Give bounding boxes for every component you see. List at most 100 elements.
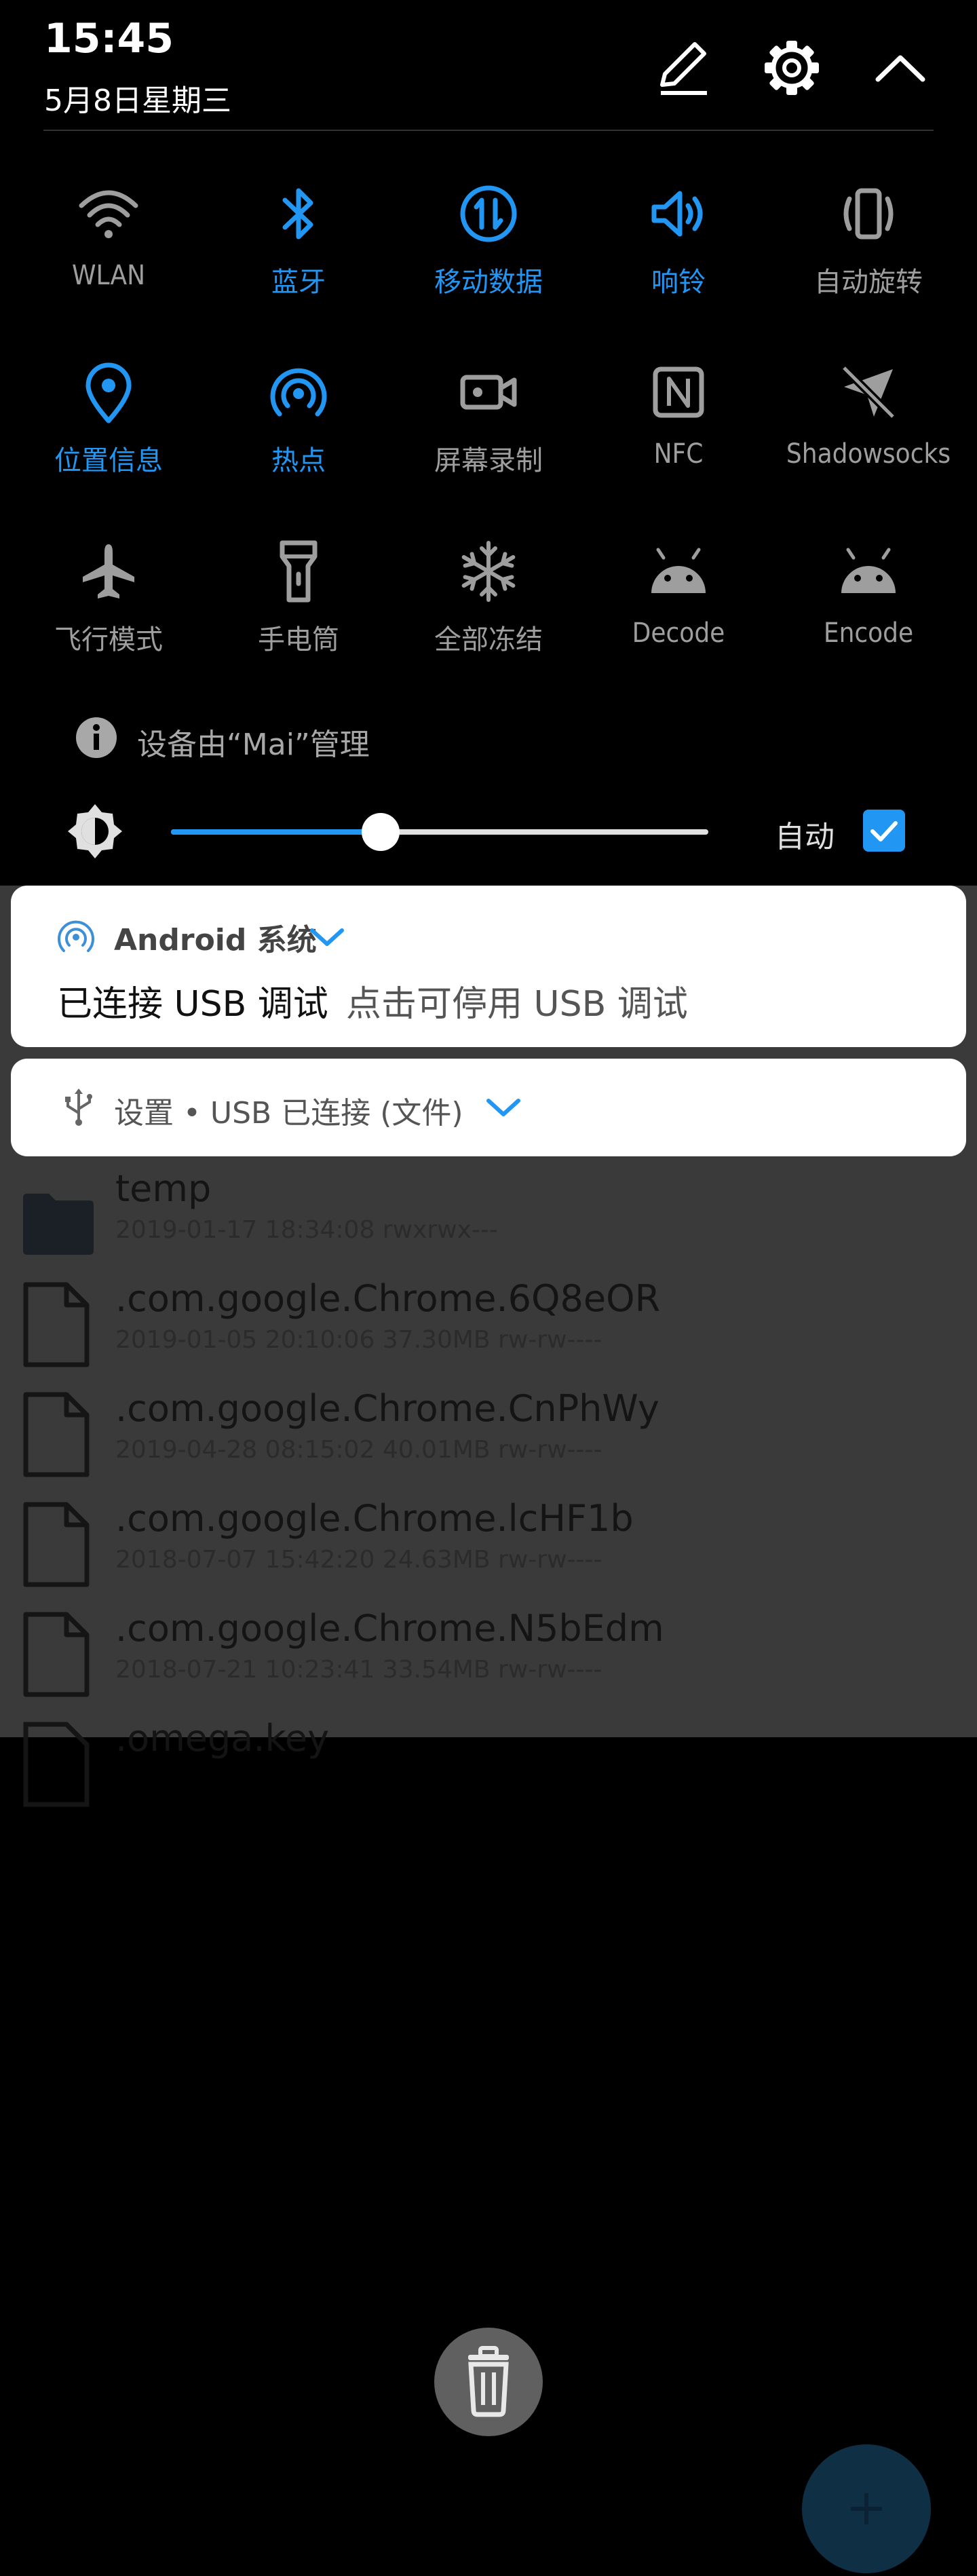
chevron-up-icon — [875, 55, 925, 82]
list-item[interactable]: .com.google.Chrome.CnPhWy 2019-04-28 08:… — [0, 1374, 977, 1483]
usb-icon — [65, 1088, 92, 1126]
chevron-down-icon[interactable] — [308, 924, 346, 951]
auto-brightness-label: 自动 — [775, 820, 835, 854]
slider-fill — [171, 829, 381, 835]
list-item[interactable]: temp 2019-01-17 18:34:08 rwxrwx--- — [0, 1154, 977, 1264]
check-icon — [870, 821, 898, 841]
tile-label: 手电筒 — [258, 624, 339, 656]
tile-nfc[interactable]: NFC — [583, 358, 773, 514]
file-icon — [23, 1502, 90, 1587]
airplane-icon — [83, 544, 134, 599]
slider-thumb[interactable] — [361, 813, 400, 851]
file-meta: 2019-01-05 20:10:06 37.30MB rw-rw---- — [115, 1326, 602, 1354]
file-meta: 2018-07-21 10:23:41 33.54MB rw-rw---- — [115, 1656, 602, 1684]
tile-label: 位置信息 — [54, 445, 163, 476]
tile-airplane-mode[interactable]: 飞行模式 — [14, 537, 204, 694]
list-item[interactable]: .omega.key — [0, 1703, 977, 1813]
rotate-icon — [843, 188, 894, 240]
android-system-icon — [58, 920, 94, 952]
tile-label: 响铃 — [651, 267, 706, 298]
tile-label: 蓝牙 — [271, 267, 326, 298]
auto-brightness-checkbox[interactable] — [863, 810, 905, 852]
tile-label: 飞行模式 — [54, 624, 163, 656]
delete-button[interactable] — [434, 2328, 543, 2436]
usb-debug-notification[interactable]: Android 系统 已连接 USB 调试 点击可停用 USB 调试 — [11, 886, 966, 1047]
tile-encode[interactable]: Encode — [773, 537, 963, 694]
tile-shadowsocks[interactable]: Shadowsocks — [773, 358, 963, 514]
brightness-slider[interactable] — [171, 813, 708, 851]
list-item[interactable]: .com.google.Chrome.6Q8eOR 2019-01-05 20:… — [0, 1264, 977, 1374]
file-name: .com.google.Chrome.N5bEdm — [115, 1607, 664, 1650]
notification-body: 点击可停用 USB 调试 — [346, 984, 688, 1025]
wifi-icon — [79, 190, 138, 238]
quick-settings-panel: 15:45 5月8日星期三 WLAN 蓝牙 移动数据 响铃 自动旋转 位置信息 … — [0, 0, 977, 886]
list-item[interactable]: .com.google.Chrome.lcHF1b 2018-07-07 15:… — [0, 1483, 977, 1593]
tile-hotspot[interactable]: 热点 — [204, 358, 394, 514]
collapse-button[interactable] — [870, 37, 931, 98]
tile-screen-record[interactable]: 屏幕录制 — [394, 358, 583, 514]
screen-record-icon — [460, 375, 517, 410]
tile-label: 移动数据 — [434, 267, 543, 298]
tile-ring[interactable]: 响铃 — [583, 180, 773, 336]
file-name: .com.google.Chrome.lcHF1b — [115, 1497, 634, 1540]
tile-label: NFC — [653, 438, 704, 470]
list-item[interactable]: .com.google.Chrome.N5bEdm 2018-07-21 10:… — [0, 1593, 977, 1703]
file-icon — [23, 1282, 90, 1367]
file-meta: 2019-01-17 18:34:08 rwxrwx--- — [115, 1216, 498, 1244]
volume-icon — [651, 191, 703, 237]
tile-bluetooth[interactable]: 蓝牙 — [204, 180, 394, 336]
android-icon — [841, 548, 896, 593]
divider — [43, 130, 934, 131]
tile-label: 自动旋转 — [814, 267, 923, 298]
folder-icon — [23, 1194, 94, 1255]
brightness-row: 自动 — [0, 797, 977, 865]
device-managed-notice[interactable]: 设备由“Mai”管理 — [75, 716, 370, 763]
file-meta: 2018-07-07 15:42:20 24.63MB rw-rw---- — [115, 1546, 602, 1574]
date: 5月8日星期三 — [44, 83, 231, 118]
notification-title: 已连接 USB 调试 — [57, 984, 328, 1025]
file-meta: 2019-04-28 08:15:02 40.01MB rw-rw---- — [115, 1436, 602, 1464]
tile-auto-rotate[interactable]: 自动旋转 — [773, 180, 963, 336]
tile-flashlight[interactable]: 手电筒 — [204, 537, 394, 694]
file-icon — [23, 1722, 90, 1807]
tile-label: Encode — [823, 618, 914, 649]
tile-label: Shadowsocks — [786, 438, 951, 470]
tile-label: 屏幕录制 — [434, 445, 543, 476]
chevron-down-icon[interactable] — [484, 1094, 522, 1121]
file-name: .omega.key — [115, 1717, 330, 1760]
hotspot-icon — [270, 368, 327, 417]
android-icon — [651, 548, 706, 593]
tile-label: WLAN — [71, 260, 146, 291]
flashlight-icon — [280, 540, 318, 603]
edit-button[interactable] — [653, 37, 714, 98]
tile-location[interactable]: 位置信息 — [14, 358, 204, 514]
nfc-icon — [653, 366, 704, 418]
usb-connected-notification[interactable]: 设置 • USB 已连接 (文件) — [11, 1059, 966, 1156]
pencil-icon — [660, 42, 707, 95]
mobile-data-icon — [460, 185, 517, 242]
gear-icon — [765, 41, 819, 95]
file-name: temp — [115, 1167, 212, 1210]
file-name: .com.google.Chrome.CnPhWy — [115, 1387, 659, 1430]
tile-mobile-data[interactable]: 移动数据 — [394, 180, 583, 336]
snowflake-icon — [461, 541, 516, 602]
usb-notification-text: 设置 • USB 已连接 (文件) — [114, 1096, 463, 1131]
info-icon — [76, 717, 117, 758]
paper-plane-icon — [841, 364, 896, 420]
notification-app-name: Android 系统 — [114, 923, 317, 958]
tile-label: 热点 — [271, 445, 326, 476]
tile-label: Decode — [632, 618, 725, 649]
add-button[interactable] — [802, 2444, 931, 2573]
location-icon — [85, 362, 132, 423]
tile-freeze-all[interactable]: 全部冻结 — [394, 537, 583, 694]
tile-wlan[interactable]: WLAN — [14, 180, 204, 336]
file-name: .com.google.Chrome.6Q8eOR — [115, 1277, 661, 1320]
trash-icon — [468, 2346, 509, 2417]
bluetooth-icon — [282, 188, 313, 240]
tile-decode[interactable]: Decode — [583, 537, 773, 694]
tile-label: 全部冻结 — [434, 624, 543, 656]
brightness-icon — [68, 804, 122, 858]
plus-icon — [851, 2493, 882, 2524]
settings-button[interactable] — [761, 37, 822, 98]
file-icon — [23, 1612, 90, 1697]
